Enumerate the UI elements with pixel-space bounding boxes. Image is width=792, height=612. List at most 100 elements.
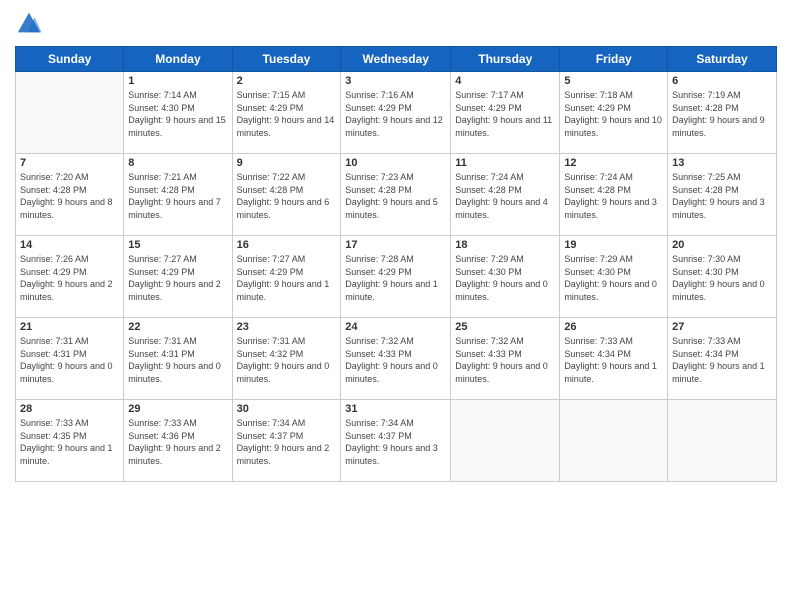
day-number: 18 [455,239,555,251]
calendar-cell: 25 Sunrise: 7:32 AMSunset: 4:33 PMDayligh… [451,318,560,400]
day-info: Sunrise: 7:14 AMSunset: 4:30 PMDaylight:… [128,89,227,139]
day-number: 9 [237,157,337,169]
calendar-cell: 21 Sunrise: 7:31 AMSunset: 4:31 PMDayligh… [16,318,124,400]
day-info: Sunrise: 7:21 AMSunset: 4:28 PMDaylight:… [128,171,227,221]
day-number: 8 [128,157,227,169]
day-info: Sunrise: 7:27 AMSunset: 4:29 PMDaylight:… [128,253,227,303]
day-number: 21 [20,321,119,333]
calendar-cell: 24 Sunrise: 7:32 AMSunset: 4:33 PMDayligh… [341,318,451,400]
day-number: 1 [128,75,227,87]
day-info: Sunrise: 7:33 AMSunset: 4:35 PMDaylight:… [20,417,119,467]
calendar-cell: 28 Sunrise: 7:33 AMSunset: 4:35 PMDayligh… [16,400,124,482]
day-number: 2 [237,75,337,87]
day-info: Sunrise: 7:29 AMSunset: 4:30 PMDaylight:… [564,253,663,303]
day-info: Sunrise: 7:33 AMSunset: 4:34 PMDaylight:… [564,335,663,385]
logo [15,10,47,38]
calendar-week-row: 14 Sunrise: 7:26 AMSunset: 4:29 PMDayligh… [16,236,777,318]
day-number: 20 [672,239,772,251]
day-info: Sunrise: 7:26 AMSunset: 4:29 PMDaylight:… [20,253,119,303]
day-number: 29 [128,403,227,415]
calendar-cell: 17 Sunrise: 7:28 AMSunset: 4:29 PMDayligh… [341,236,451,318]
calendar-header-tuesday: Tuesday [232,47,341,72]
day-number: 28 [20,403,119,415]
calendar-cell: 31 Sunrise: 7:34 AMSunset: 4:37 PMDayligh… [341,400,451,482]
calendar-cell: 2 Sunrise: 7:15 AMSunset: 4:29 PMDaylight… [232,72,341,154]
day-number: 15 [128,239,227,251]
day-info: Sunrise: 7:20 AMSunset: 4:28 PMDaylight:… [20,171,119,221]
calendar-cell: 7 Sunrise: 7:20 AMSunset: 4:28 PMDaylight… [16,154,124,236]
day-number: 16 [237,239,337,251]
calendar-cell: 22 Sunrise: 7:31 AMSunset: 4:31 PMDayligh… [124,318,232,400]
calendar-header-friday: Friday [560,47,668,72]
page-container: SundayMondayTuesdayWednesdayThursdayFrid… [0,0,792,612]
day-info: Sunrise: 7:18 AMSunset: 4:29 PMDaylight:… [564,89,663,139]
day-info: Sunrise: 7:19 AMSunset: 4:28 PMDaylight:… [672,89,772,139]
calendar-week-row: 21 Sunrise: 7:31 AMSunset: 4:31 PMDayligh… [16,318,777,400]
calendar-cell: 19Sunrise: 7:29 AMSunset: 4:30 PMDayligh… [560,236,668,318]
header [15,10,777,38]
day-number: 6 [672,75,772,87]
logo-icon [15,10,43,38]
day-number: 17 [345,239,446,251]
calendar-header-sunday: Sunday [16,47,124,72]
day-info: Sunrise: 7:27 AMSunset: 4:29 PMDaylight:… [237,253,337,303]
calendar-week-row: 7 Sunrise: 7:20 AMSunset: 4:28 PMDaylight… [16,154,777,236]
day-number: 22 [128,321,227,333]
calendar-cell: 11 Sunrise: 7:24 AMSunset: 4:28 PMDayligh… [451,154,560,236]
day-info: Sunrise: 7:24 AMSunset: 4:28 PMDaylight:… [455,171,555,221]
day-info: Sunrise: 7:33 AMSunset: 4:36 PMDaylight:… [128,417,227,467]
calendar-cell [16,72,124,154]
day-number: 5 [564,75,663,87]
calendar-cell: 3Sunrise: 7:16 AMSunset: 4:29 PMDaylight… [341,72,451,154]
day-number: 10 [345,157,446,169]
calendar-cell: 23 Sunrise: 7:31 AMSunset: 4:32 PMDayligh… [232,318,341,400]
day-info: Sunrise: 7:25 AMSunset: 4:28 PMDaylight:… [672,171,772,221]
day-info: Sunrise: 7:23 AMSunset: 4:28 PMDaylight:… [345,171,446,221]
day-info: Sunrise: 7:15 AMSunset: 4:29 PMDaylight:… [237,89,337,139]
calendar-header-thursday: Thursday [451,47,560,72]
day-info: Sunrise: 7:32 AMSunset: 4:33 PMDaylight:… [455,335,555,385]
day-info: Sunrise: 7:30 AMSunset: 4:30 PMDaylight:… [672,253,772,303]
day-info: Sunrise: 7:31 AMSunset: 4:31 PMDaylight:… [20,335,119,385]
calendar-cell: 26Sunrise: 7:33 AMSunset: 4:34 PMDayligh… [560,318,668,400]
day-info: Sunrise: 7:22 AMSunset: 4:28 PMDaylight:… [237,171,337,221]
day-info: Sunrise: 7:17 AMSunset: 4:29 PMDaylight:… [455,89,555,139]
day-info: Sunrise: 7:31 AMSunset: 4:32 PMDaylight:… [237,335,337,385]
calendar-cell: 13Sunrise: 7:25 AMSunset: 4:28 PMDayligh… [668,154,777,236]
day-number: 3 [345,75,446,87]
calendar-cell: 5 Sunrise: 7:18 AMSunset: 4:29 PMDaylight… [560,72,668,154]
calendar-cell: 10 Sunrise: 7:23 AMSunset: 4:28 PMDayligh… [341,154,451,236]
calendar-cell: 1 Sunrise: 7:14 AMSunset: 4:30 PMDaylight… [124,72,232,154]
calendar-cell: 18 Sunrise: 7:29 AMSunset: 4:30 PMDayligh… [451,236,560,318]
day-info: Sunrise: 7:24 AMSunset: 4:28 PMDaylight:… [564,171,663,221]
day-number: 12 [564,157,663,169]
calendar-cell: 29 Sunrise: 7:33 AMSunset: 4:36 PMDayligh… [124,400,232,482]
calendar-header-saturday: Saturday [668,47,777,72]
day-number: 11 [455,157,555,169]
calendar-cell: 30Sunrise: 7:34 AMSunset: 4:37 PMDayligh… [232,400,341,482]
calendar-header-monday: Monday [124,47,232,72]
calendar-cell: 20 Sunrise: 7:30 AMSunset: 4:30 PMDayligh… [668,236,777,318]
day-number: 31 [345,403,446,415]
calendar-cell: 8 Sunrise: 7:21 AMSunset: 4:28 PMDaylight… [124,154,232,236]
calendar-cell [451,400,560,482]
day-info: Sunrise: 7:29 AMSunset: 4:30 PMDaylight:… [455,253,555,303]
calendar-cell: 4Sunrise: 7:17 AMSunset: 4:29 PMDaylight… [451,72,560,154]
calendar-cell: 12 Sunrise: 7:24 AMSunset: 4:28 PMDayligh… [560,154,668,236]
day-number: 23 [237,321,337,333]
day-info: Sunrise: 7:33 AMSunset: 4:34 PMDaylight:… [672,335,772,385]
calendar-cell: 16 Sunrise: 7:27 AMSunset: 4:29 PMDayligh… [232,236,341,318]
day-info: Sunrise: 7:31 AMSunset: 4:31 PMDaylight:… [128,335,227,385]
calendar-cell: 9 Sunrise: 7:22 AMSunset: 4:28 PMDaylight… [232,154,341,236]
day-info: Sunrise: 7:32 AMSunset: 4:33 PMDaylight:… [345,335,446,385]
calendar-cell [560,400,668,482]
day-number: 14 [20,239,119,251]
day-info: Sunrise: 7:34 AMSunset: 4:37 PMDaylight:… [345,417,446,467]
day-number: 24 [345,321,446,333]
calendar-week-row: 28 Sunrise: 7:33 AMSunset: 4:35 PMDayligh… [16,400,777,482]
day-number: 7 [20,157,119,169]
day-info: Sunrise: 7:28 AMSunset: 4:29 PMDaylight:… [345,253,446,303]
day-info: Sunrise: 7:34 AMSunset: 4:37 PMDaylight:… [237,417,337,467]
calendar-cell [668,400,777,482]
day-number: 25 [455,321,555,333]
